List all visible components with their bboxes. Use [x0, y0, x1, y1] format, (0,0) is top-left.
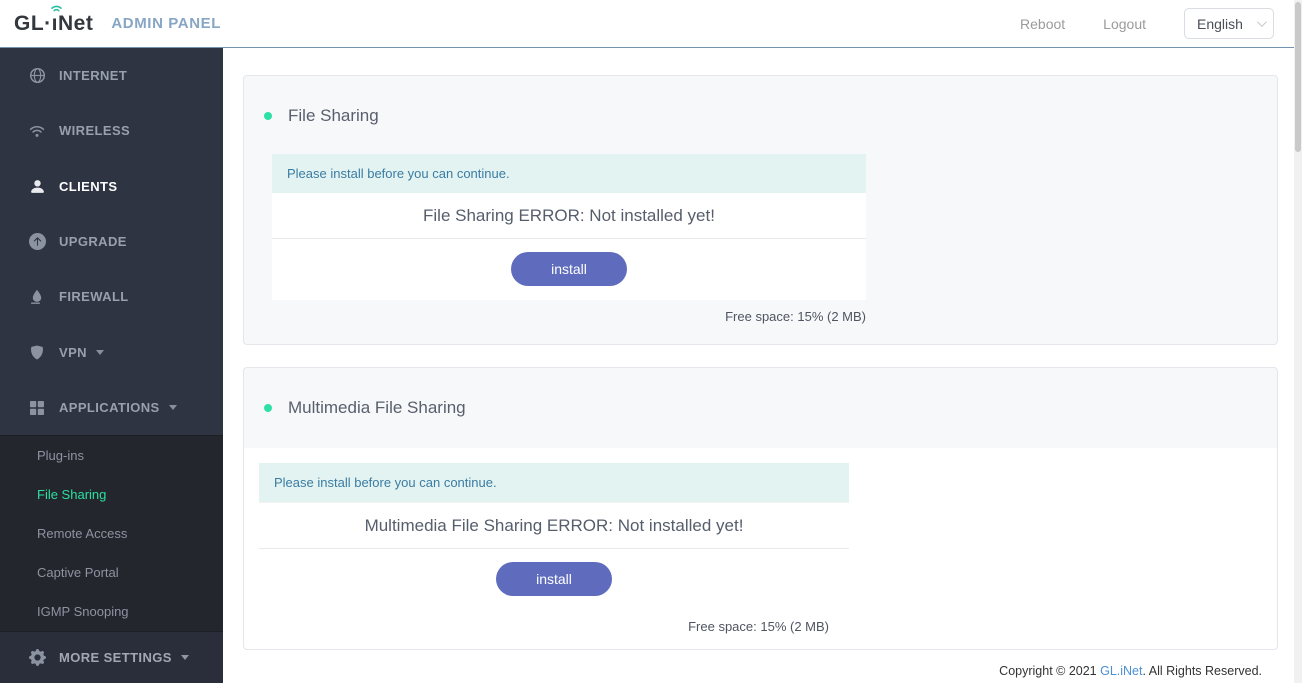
multimedia-panel: Please install before you can continue. … — [244, 448, 1277, 649]
free-space-text: Free space: 15% (2 MB) — [725, 309, 866, 324]
card-title: File Sharing — [288, 106, 379, 125]
sidebar-item-label: WIRELESS — [59, 123, 131, 139]
logo-wifi-icon — [50, 5, 62, 11]
sidebar-item-applications[interactable]: APPLICATIONS — [0, 380, 223, 435]
caret-down-icon — [180, 655, 189, 661]
sidebar-item-label: FIREWALL — [59, 289, 129, 305]
gear-icon — [28, 649, 46, 667]
submenu-item-label: File Sharing — [37, 487, 107, 503]
install-notice-banner: Please install before you can continue. — [259, 463, 849, 502]
language-value: English — [1197, 15, 1243, 32]
caret-down-icon — [95, 349, 104, 355]
vertical-scrollbar[interactable] — [1294, 0, 1302, 683]
card-title: Multimedia File Sharing — [288, 398, 466, 417]
sidebar: INTERNET WIRELESS CLIENTS UPGRADE FIREWA — [0, 48, 223, 683]
submenu-item-captive-portal[interactable]: Captive Portal — [0, 553, 223, 592]
copyright-footer: Copyright © 2021 GL.iNet. All Rights Res… — [243, 664, 1278, 678]
submenu-item-label: Remote Access — [37, 526, 128, 542]
language-selector[interactable]: English — [1184, 8, 1274, 39]
scrollbar-thumb[interactable] — [1295, 2, 1301, 152]
sidebar-item-vpn[interactable]: VPN — [0, 325, 223, 380]
firewall-icon — [28, 288, 46, 306]
install-button[interactable]: install — [496, 562, 612, 596]
globe-icon — [28, 67, 46, 85]
sidebar-item-label: UPGRADE — [59, 234, 127, 250]
caret-down-icon — [168, 405, 177, 411]
sidebar-item-firewall[interactable]: FIREWALL — [0, 269, 223, 324]
header: GL· ı Net ADMIN PANEL Reboot Logout Englis… — [0, 0, 1302, 48]
submenu-item-plugins[interactable]: Plug-ins — [0, 436, 223, 475]
error-message: Multimedia File Sharing ERROR: Not insta… — [259, 502, 849, 549]
chevron-down-icon — [1256, 17, 1267, 28]
status-dot-icon — [264, 404, 272, 412]
file-sharing-panel: Please install before you can continue. … — [272, 154, 866, 324]
main-content: File Sharing Please install before you c… — [223, 48, 1302, 683]
logo-text-prefix: GL· — [14, 11, 52, 35]
logo-text-suffix: Net — [58, 11, 94, 35]
glinet-footer-link[interactable]: GL.iNet — [1100, 664, 1142, 678]
file-sharing-card: File Sharing Please install before you c… — [243, 75, 1278, 345]
submenu-item-file-sharing[interactable]: File Sharing — [0, 475, 223, 514]
submenu-item-label: IGMP Snooping — [37, 604, 129, 620]
copyright-suffix: . All Rights Reserved. — [1142, 664, 1263, 678]
reboot-link[interactable]: Reboot — [1020, 16, 1065, 32]
sidebar-item-label: APPLICATIONS — [59, 400, 160, 416]
submenu-item-label: Plug-ins — [37, 448, 84, 464]
wifi-icon — [28, 122, 46, 140]
sidebar-item-label: VPN — [59, 344, 87, 360]
submenu-item-remote-access[interactable]: Remote Access — [0, 514, 223, 553]
sidebar-item-label: CLIENTS — [59, 178, 118, 194]
error-message: File Sharing ERROR: Not installed yet! — [272, 193, 866, 239]
sidebar-item-label: MORE SETTINGS — [59, 650, 172, 666]
sidebar-item-internet[interactable]: INTERNET — [0, 48, 223, 103]
applications-submenu: Plug-ins File Sharing Remote Access Capt… — [0, 435, 223, 633]
sidebar-item-clients[interactable]: CLIENTS — [0, 159, 223, 214]
admin-panel-label: ADMIN PANEL — [111, 15, 221, 32]
submenu-item-label: Captive Portal — [37, 565, 119, 581]
sidebar-item-label: INTERNET — [59, 68, 128, 84]
logo-i-char: ı — [51, 11, 58, 35]
multimedia-file-sharing-card: Multimedia File Sharing Please install b… — [243, 367, 1278, 650]
logo-i: ı — [50, 5, 62, 36]
install-notice-banner: Please install before you can continue. — [272, 154, 866, 193]
grid-icon — [28, 399, 46, 417]
sidebar-item-upgrade[interactable]: UPGRADE — [0, 214, 223, 269]
shield-icon — [28, 343, 46, 361]
install-button[interactable]: install — [511, 252, 627, 286]
upgrade-icon — [28, 233, 46, 251]
sidebar-item-more-settings[interactable]: MORE SETTINGS — [0, 632, 223, 683]
logout-link[interactable]: Logout — [1103, 16, 1146, 32]
submenu-item-igmp-snooping[interactable]: IGMP Snooping — [0, 592, 223, 631]
status-dot-icon — [264, 112, 272, 120]
free-space-text: Free space: 15% (2 MB) — [688, 619, 829, 634]
user-icon — [28, 177, 46, 195]
sidebar-item-wireless[interactable]: WIRELESS — [0, 103, 223, 158]
copyright-prefix: Copyright © 2021 — [999, 664, 1101, 678]
glinet-logo: GL· ı Net — [14, 5, 94, 36]
